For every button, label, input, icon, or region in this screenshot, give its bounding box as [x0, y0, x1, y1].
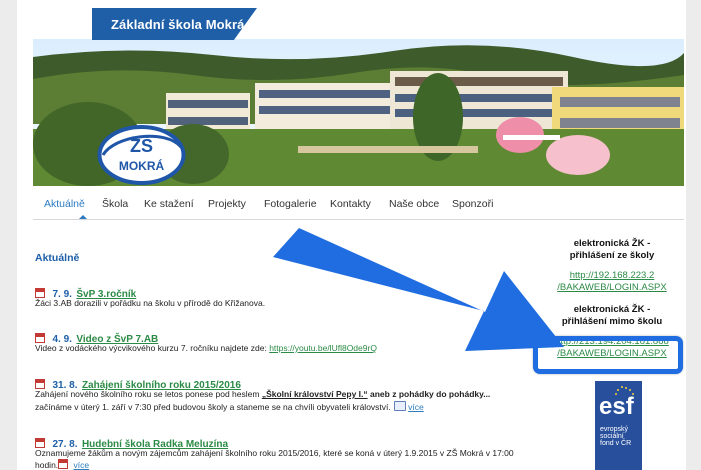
video-link[interactable]: https://youtu.be/lUfl8Ode9rQ [269, 343, 377, 353]
calendar-icon [58, 459, 69, 469]
news-text-suffix: aneb z pohádky do pohádky... [367, 389, 491, 399]
news-text-content: hodin. [35, 460, 59, 470]
nav-skola[interactable]: Škola [102, 198, 128, 210]
page-content: ZŠ MOKRÁ Základní škola Mokrá Aktuálně Š… [17, 0, 686, 470]
main-navigation: Aktuálně Škola Ke stažení Projekty Fotog… [33, 191, 684, 221]
sidebar-school-login: elektronická ŽK - přihlášení ze školy ht… [538, 238, 686, 294]
more-icon [393, 401, 406, 411]
esf-logo: esf evropský sociální fond v ČR [595, 381, 642, 470]
news-text-line2: hodin. více [35, 459, 89, 470]
nav-fotogalerie[interactable]: Fotogalerie [264, 198, 317, 210]
nav-aktualne[interactable]: Aktuálně [44, 198, 85, 210]
sidebar-link-line2[interactable]: /BAKAWEB/LOGIN.ASPX [557, 282, 666, 293]
sidebar-title-line2: přihlášení ze školy [569, 250, 655, 261]
sidebar-title-line1: elektronická ŽK - [573, 238, 651, 249]
hero-banner: ZŠ MOKRÁ [33, 39, 684, 186]
news-text: Oznamujeme žákům a novým zájemcům zaháje… [35, 448, 514, 458]
news-text-prefix: Zahájení nového školního roku se letos p… [35, 389, 262, 399]
site-title: Základní škola Mokrá [111, 17, 245, 32]
news-text-line2: začínáme v úterý 1. září v 7:30 před bud… [35, 401, 424, 413]
news-text-content: Video z vodáckého výcvikového kurzu 7. r… [35, 343, 270, 353]
svg-text:MOKRÁ: MOKRÁ [119, 158, 165, 173]
esf-caption: evropský sociální fond v ČR [600, 426, 632, 447]
news-text: Zahájení nového školního roku se letos p… [35, 389, 490, 400]
nav-divider [33, 219, 684, 220]
news-text: Video z vodáckého výcvikového kurzu 7. r… [35, 343, 377, 354]
news-text: Žáci 3.AB dorazili v pořádku na školu v … [35, 298, 266, 308]
motto-text: „Školní království Pepy I.“ [261, 389, 368, 399]
sidebar-title-line1: elektronická ŽK - [573, 304, 651, 315]
sidebar-title-line2: přihlášení mimo školu [561, 316, 663, 327]
calendar-icon [35, 288, 45, 298]
nav-ke-stazeni[interactable]: Ke stažení [144, 198, 194, 210]
section-title: Aktuálně [35, 252, 80, 264]
nav-projekty[interactable]: Projekty [208, 198, 246, 210]
esf-brand: esf [599, 393, 634, 420]
news-text-content: začínáme v úterý 1. září v 7:30 před bud… [35, 402, 391, 412]
svg-text:ZŠ: ZŠ [130, 135, 153, 156]
highlight-box [533, 336, 683, 374]
nav-nase-obce[interactable]: Naše obce [389, 198, 439, 210]
nav-sponzori[interactable]: Sponzoři [452, 198, 493, 210]
calendar-icon [35, 333, 45, 343]
calendar-icon [35, 438, 45, 448]
more-link[interactable]: více [408, 402, 424, 412]
more-link[interactable]: více [74, 460, 90, 470]
calendar-icon [35, 379, 45, 389]
school-logo: ZŠ MOKRÁ [95, 121, 188, 186]
sidebar-link-line1[interactable]: http://192.168.223.2 [570, 270, 655, 281]
nav-kontakty[interactable]: Kontakty [330, 198, 371, 210]
